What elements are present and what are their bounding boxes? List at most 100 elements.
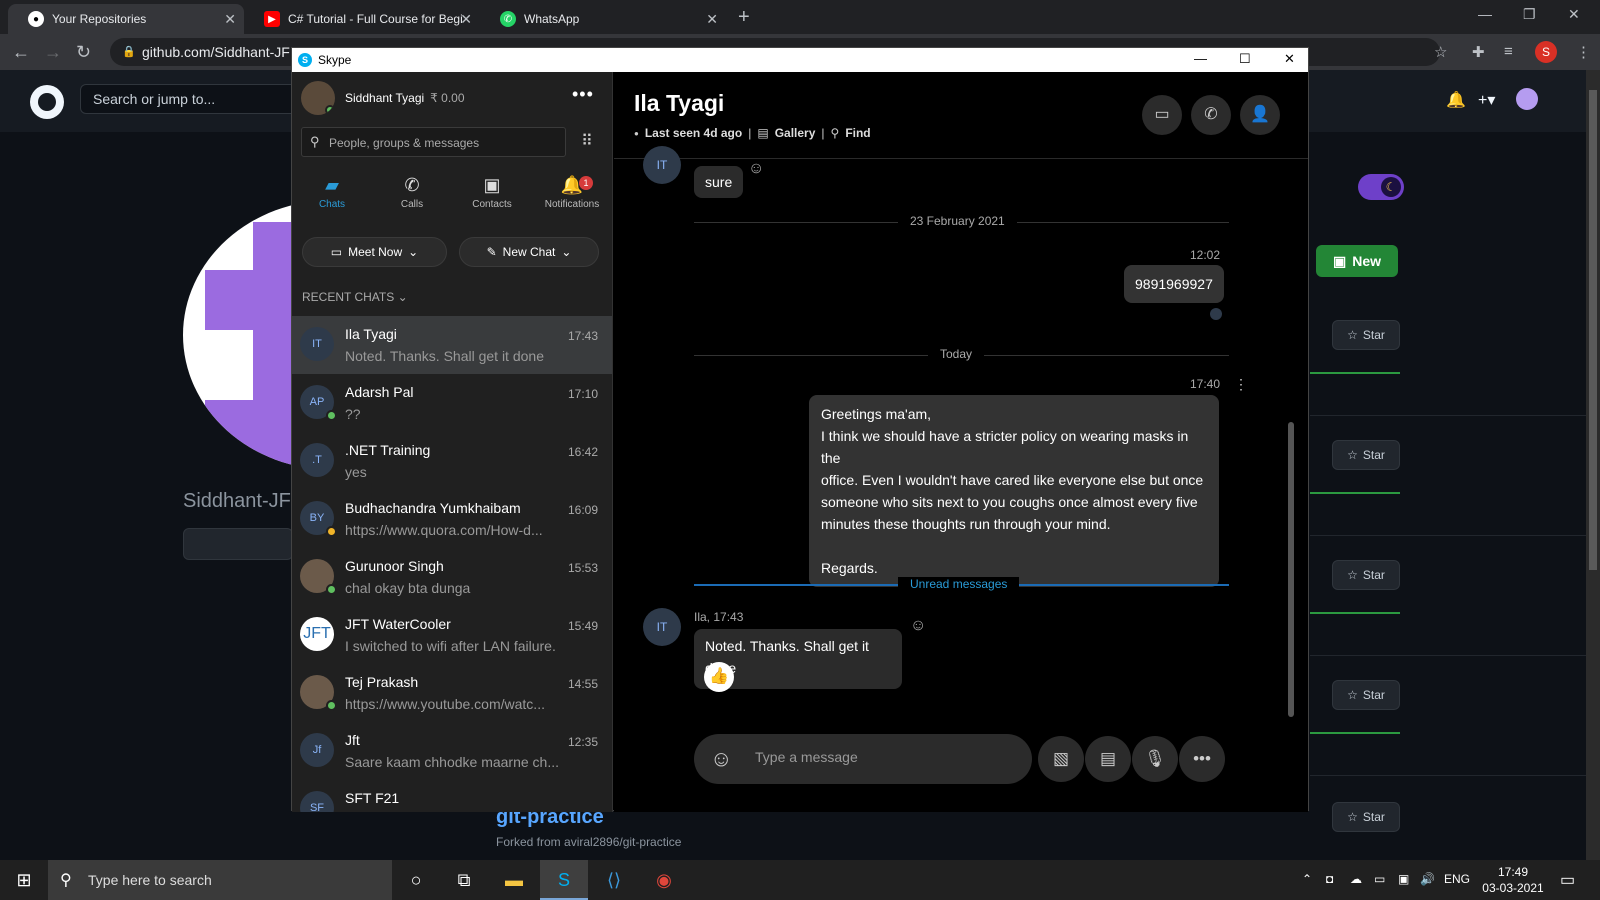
audio-call-button[interactable]: ✆ [1191,95,1231,135]
chat-list-item[interactable]: IT Ila Tyagi Noted. Thanks. Shall get it d… [292,316,612,374]
gallery-link[interactable]: Gallery [775,126,816,140]
task-view-icon[interactable]: ⧉ [440,860,488,900]
conversation-title[interactable]: Ila Tyagi [634,90,724,117]
chat-name: Budhachandra Yumkhaibam [345,500,521,516]
voice-message-button[interactable]: 🎙 [1132,736,1178,782]
github-logo-icon[interactable] [30,85,64,119]
tab-csharp-tutorial[interactable]: ▶ C# Tutorial - Full Course for Begi ✕ [244,4,480,34]
chat-list-item[interactable]: SF SFT F21 [292,780,612,812]
message-options-icon[interactable]: ⋮ [1234,376,1248,393]
back-icon[interactable]: ← [12,42,30,63]
media-gallery-button[interactable]: ▧ [1038,736,1084,782]
extensions-icon[interactable]: ✚ [1472,43,1485,61]
clock[interactable]: 17:49 03-03-2021 [1478,864,1548,896]
chat-avatar: IT [300,327,334,361]
message-bubble-outgoing[interactable]: 9891969927 [1124,265,1224,303]
activity-graph [1310,372,1400,374]
chrome-menu-icon[interactable]: ⋮ [1576,43,1591,61]
skype-taskbar-icon[interactable]: S [540,860,588,900]
star-button[interactable]: ☆ Star [1332,680,1400,710]
edit-profile-button[interactable] [183,528,293,560]
chrome-icon[interactable]: ◉ [640,860,688,900]
chat-name: Adarsh Pal [345,384,414,400]
forward-icon[interactable]: → [44,42,62,63]
chat-avatar: JFT [300,617,334,651]
user-avatar[interactable] [1516,88,1538,110]
chat-list-item[interactable]: AP Adarsh Pal?? 17:10 [292,374,612,432]
chat-preview: Saare kaam chhodke maarne ch... [345,754,560,770]
tab-whatsapp[interactable]: ✆ WhatsApp ✕ [480,4,726,34]
battery-icon[interactable]: ▭ [1374,872,1385,886]
minimize-icon[interactable]: — [1478,6,1492,22]
thumbs-up-reaction[interactable]: 👍 [704,662,734,692]
github-search-input[interactable]: Search or jump to... [80,84,300,114]
more-actions-button[interactable]: ••• [1179,736,1225,782]
phone-icon: ✆ [1204,106,1218,123]
video-call-button[interactable]: ▭ [1142,95,1182,135]
tab-your-repositories[interactable]: ● Your Repositories ✕ [8,4,244,34]
message-bubble[interactable]: sure [694,166,744,198]
close-icon[interactable]: ✕ [706,11,718,28]
skype-sidebar: Siddhant Tyagi ₹ 0.00 ••• ⚲ People, group… [292,72,613,812]
add-people-button[interactable]: 👤 [1240,95,1280,135]
restore-icon[interactable]: ❐ [1523,6,1536,23]
emoji-react-icon[interactable]: ☺ [910,617,926,635]
action-center-icon[interactable]: ▭ [1560,870,1575,890]
chat-list-item[interactable]: TPTej Prakashhttps://www.youtube.com/wat… [292,664,612,722]
message-line: Greetings ma'am, [821,406,932,422]
find-link[interactable]: Find [845,126,870,140]
conversation-scrollbar[interactable] [1288,422,1294,717]
new-repo-button[interactable]: ▣ New [1316,245,1398,277]
show-hidden-icons[interactable]: ⌃ [1302,872,1312,886]
taskbar-search-input[interactable]: ⚲ Type here to search [48,860,392,900]
close-window-icon[interactable]: ✕ [1568,6,1580,23]
star-button[interactable]: ☆ Star [1332,560,1400,590]
chat-name: Gurunoor Singh [345,558,444,574]
chat-name: Ila Tyagi [345,326,397,342]
volume-icon[interactable]: 🔊 [1420,872,1435,886]
close-icon[interactable]: ✕ [1284,51,1295,67]
chat-list-item[interactable]: BY Budhachandra Yumkhaibam https://www.quo… [292,490,612,548]
windows-start-icon[interactable]: ⊞ [0,860,48,900]
media-icon[interactable]: ≡ [1504,43,1513,60]
close-icon[interactable]: ✕ [460,11,472,28]
bell-icon[interactable]: 🔔 [1446,90,1466,110]
star-button[interactable]: ☆ Star [1332,320,1400,350]
chat-list-item[interactable]: Jf Jft Saare kaam chhodke maarne ch... 12:3… [292,722,612,780]
reload-icon[interactable]: ↻ [76,42,91,63]
minimize-icon[interactable]: — [1194,51,1207,66]
onedrive-icon[interactable]: ☁ [1350,872,1362,886]
chat-list-item[interactable]: JFT JFT WaterCooler I switched to wifi aft… [292,606,612,664]
new-tab-icon[interactable]: + [738,6,750,29]
contact-avatar[interactable]: IT [643,608,681,646]
file-explorer-icon[interactable]: ▬ [490,860,538,900]
gallery-icon: ▤ [757,126,769,140]
chat-list-item[interactable]: GSGurunoor Singhchal okay bta dunga15:53 [292,548,612,606]
scrollbar-thumb[interactable] [1589,90,1597,570]
profile-avatar[interactable]: S [1535,41,1557,63]
chat-name: .NET Training [345,442,431,458]
separator: | [748,126,752,140]
vscode-icon[interactable]: ⟨⟩ [590,860,638,900]
language-indicator[interactable]: ENG [1444,872,1470,886]
plus-icon[interactable]: +▾ [1478,90,1495,110]
maximize-icon[interactable]: ☐ [1239,51,1251,67]
bookmark-star-icon[interactable]: ☆ [1434,43,1447,61]
status-dot-icon: ● [634,128,639,138]
star-button[interactable]: ☆ Star [1332,440,1400,470]
dark-mode-toggle[interactable] [1358,174,1404,200]
star-button[interactable]: ☆ Star [1332,802,1400,832]
taskbar: ⊞ ⚲ Type here to search ○ ⧉ ▬ S ⟨⟩ ◉ ⌃ ◘… [0,860,1600,900]
network-icon[interactable]: ▣ [1398,872,1409,886]
page-scrollbar[interactable] [1586,70,1600,860]
message-input[interactable]: ☺ Type a message [694,734,1032,784]
camera-icon[interactable]: ◘ [1326,872,1333,886]
contact-avatar[interactable]: IT [643,146,681,184]
emoji-react-icon[interactable]: ☺ [748,160,764,178]
contact-card-button[interactable]: ▤ [1085,736,1131,782]
cortana-icon[interactable]: ○ [392,860,440,900]
chat-list-item[interactable]: .T .NET Training yes 16:42 [292,432,612,490]
close-icon[interactable]: ✕ [224,11,236,28]
emoji-icon[interactable]: ☺ [710,746,732,772]
message-bubble-outgoing[interactable]: Greetings ma'am, I think we should have … [809,395,1219,587]
